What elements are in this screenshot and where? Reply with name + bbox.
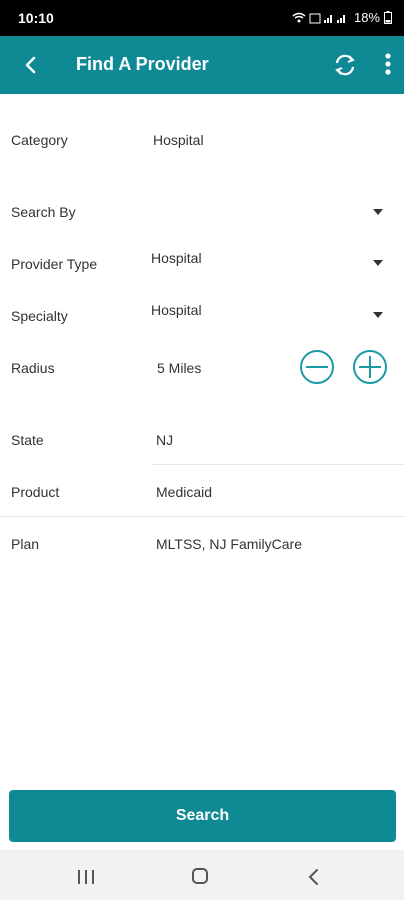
more-vertical-icon xyxy=(385,53,391,75)
system-nav-bar xyxy=(0,850,404,900)
radius-value: 5 Miles xyxy=(157,360,202,376)
battery-icon xyxy=(384,11,392,24)
specialty-dropdown-icon[interactable] xyxy=(373,312,383,318)
product-label: Product xyxy=(11,484,60,500)
search-by-row[interactable]: Search By xyxy=(0,200,404,224)
category-row: Category Hospital xyxy=(0,130,404,154)
plan-label: Plan xyxy=(11,536,40,552)
provider-type-row[interactable]: Provider Type Hospital xyxy=(0,250,404,274)
specialty-label: Specialty xyxy=(11,308,68,324)
minus-icon xyxy=(306,366,328,368)
page-title: Find A Provider xyxy=(76,54,209,74)
product-divider xyxy=(0,516,404,517)
provider-type-value[interactable]: Hospital xyxy=(151,250,202,266)
specialty-value[interactable]: Hospital xyxy=(151,302,202,318)
status-time: 10:10 xyxy=(18,10,54,26)
search-by-dropdown-icon[interactable] xyxy=(373,209,383,215)
plan-row: Plan MLTSS, NJ FamilyCare xyxy=(0,534,404,558)
search-by-label: Search By xyxy=(11,204,76,220)
refresh-icon xyxy=(335,54,355,76)
radius-label: Radius xyxy=(11,360,55,376)
recents-icon[interactable] xyxy=(78,870,96,884)
state-value: NJ xyxy=(156,432,174,448)
search-button[interactable]: Search xyxy=(9,790,396,842)
state-row: State NJ xyxy=(0,430,404,465)
wifi-signal-icon xyxy=(292,12,345,23)
product-value: Medicaid xyxy=(156,484,213,500)
back-button[interactable] xyxy=(16,50,46,80)
category-label: Category xyxy=(11,132,68,148)
back-nav-icon[interactable] xyxy=(306,868,322,886)
plan-value: MLTSS, NJ FamilyCare xyxy=(156,536,302,552)
refresh-button[interactable] xyxy=(330,50,360,80)
decrease-radius-button[interactable] xyxy=(300,350,334,384)
provider-type-dropdown-icon[interactable] xyxy=(373,260,383,266)
radius-row: Radius 5 Miles xyxy=(0,350,404,390)
app-bar: Find A Provider xyxy=(0,36,404,94)
state-label: State xyxy=(11,432,44,448)
chevron-left-icon xyxy=(25,56,36,74)
overflow-menu-button[interactable] xyxy=(378,50,398,80)
increase-radius-button[interactable] xyxy=(353,350,387,384)
specialty-row[interactable]: Specialty Hospital xyxy=(0,302,404,326)
battery-text: 18% xyxy=(353,10,380,25)
provider-type-label: Provider Type xyxy=(11,256,98,272)
status-bar: 10:10 18% xyxy=(0,0,404,36)
state-divider xyxy=(153,464,404,465)
category-value: Hospital xyxy=(153,132,204,148)
home-icon[interactable] xyxy=(192,868,208,884)
status-right: 18% xyxy=(292,10,392,25)
plus-icon xyxy=(369,356,371,378)
product-row: Product Medicaid xyxy=(0,482,404,517)
